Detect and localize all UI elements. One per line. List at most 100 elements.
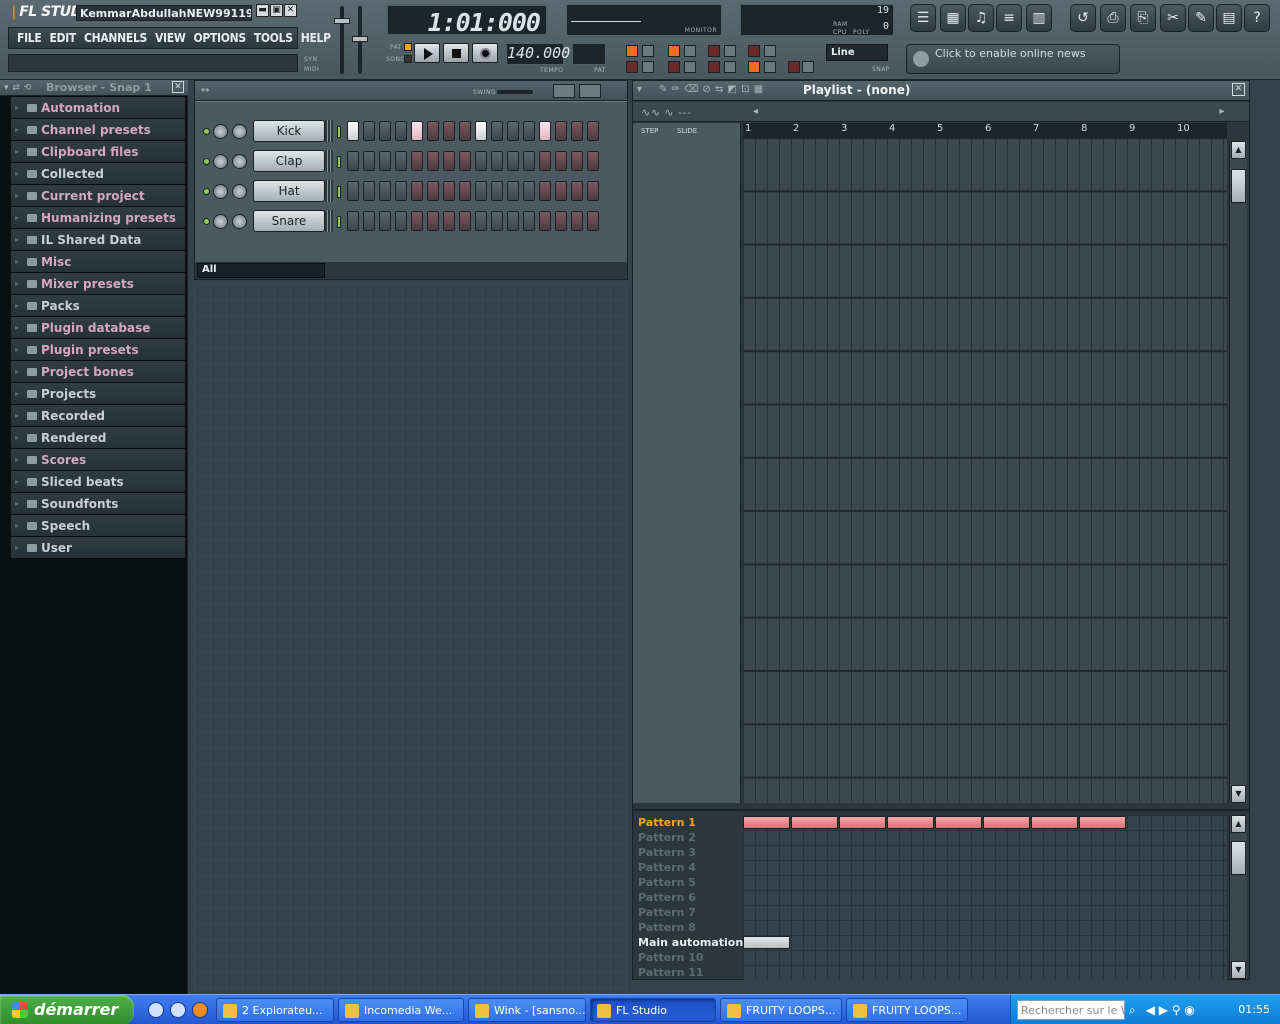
step-button[interactable] <box>459 151 471 171</box>
piano-roll-icon[interactable]: ♫ <box>968 4 994 32</box>
step-button[interactable] <box>395 151 407 171</box>
browser-icon[interactable] <box>170 1001 186 1018</box>
start-button[interactable]: démarrer <box>0 994 134 1024</box>
channel-mute-led[interactable] <box>203 218 210 225</box>
auto-scroll-icon[interactable] <box>724 61 736 73</box>
channel-volume-knob[interactable] <box>232 154 247 169</box>
channel-volume-knob[interactable] <box>232 184 247 199</box>
step-button[interactable] <box>539 211 551 231</box>
channel-volume-knob[interactable] <box>232 214 247 229</box>
pattern-name[interactable]: Pattern 11 <box>633 965 737 980</box>
pattern-scrollbar-thumb[interactable] <box>1231 841 1246 875</box>
channel-volume-knob[interactable] <box>232 124 247 139</box>
channel-pan-knob[interactable] <box>213 214 228 229</box>
menu-help[interactable]: HELP <box>293 28 331 48</box>
multilink-toggle[interactable] <box>748 61 760 73</box>
step-button[interactable] <box>555 181 567 201</box>
browser-window-icon[interactable]: ≡ <box>996 4 1022 32</box>
step-button[interactable] <box>475 211 487 231</box>
expand-arrow-icon[interactable]: ▸ <box>11 279 23 288</box>
step-button[interactable] <box>491 181 503 201</box>
taskbar-task-button[interactable]: FRUITY LOOPS... <box>720 997 842 1022</box>
pattern-name[interactable]: Main automation <box>633 935 743 950</box>
tempo-display[interactable]: 140.000 <box>506 43 570 65</box>
step-button[interactable] <box>539 121 551 141</box>
menu-file[interactable]: FILE <box>9 28 42 48</box>
pattern-name[interactable]: Pattern 1 <box>633 815 737 830</box>
browser-item[interactable]: ▸ Soundfonts <box>11 493 185 515</box>
pattern-name[interactable]: Pattern 4 <box>633 860 737 875</box>
menu-channels[interactable]: CHANNELS <box>76 28 147 48</box>
expand-arrow-icon[interactable]: ▸ <box>11 169 23 178</box>
expand-arrow-icon[interactable]: ▸ <box>11 477 23 486</box>
browser-item[interactable]: ▸ Speech <box>11 515 185 537</box>
playlist-window-icon[interactable]: ☰ <box>910 4 936 32</box>
master-volume-slider[interactable] <box>352 6 368 74</box>
menu-edit[interactable]: EDIT <box>41 28 76 48</box>
taskbar-task-button[interactable]: Incomedia We... <box>338 997 464 1022</box>
step-button[interactable] <box>443 211 455 231</box>
step-button[interactable] <box>523 151 535 171</box>
browser-item[interactable]: ▸ Automation <box>11 97 185 119</box>
step-button[interactable] <box>587 211 599 231</box>
step-button[interactable] <box>411 181 423 201</box>
step-button[interactable] <box>347 181 359 201</box>
pattern-name[interactable]: Pattern 8 <box>633 920 737 935</box>
step-button[interactable] <box>523 211 535 231</box>
channel-mute-led[interactable] <box>203 188 210 195</box>
taskbar-task-button[interactable]: FRUITY LOOPS... <box>846 997 968 1022</box>
browser-item[interactable]: ▸ Rendered <box>11 427 185 449</box>
firefox-icon[interactable] <box>192 1001 208 1018</box>
step-button[interactable] <box>507 151 519 171</box>
channel-pan-knob[interactable] <box>213 124 228 139</box>
scroll-up-button[interactable]: ▲ <box>1231 141 1246 159</box>
song-mode-toggle[interactable] <box>404 55 412 63</box>
tray-icons[interactable]: ◀ ▶ ⚲ ◉ <box>1146 1003 1195 1017</box>
menu-view[interactable]: VIEW <box>147 28 186 48</box>
step-button[interactable] <box>363 151 375 171</box>
help-icon[interactable]: ? <box>1244 4 1270 32</box>
channel-mute-led[interactable] <box>203 158 210 165</box>
browser-item[interactable]: ▸ Misc <box>11 251 185 273</box>
step-button[interactable] <box>507 211 519 231</box>
expand-arrow-icon[interactable]: ▸ <box>11 147 23 156</box>
expand-arrow-icon[interactable]: ▸ <box>11 345 23 354</box>
step-button[interactable] <box>363 211 375 231</box>
link-icon[interactable] <box>764 61 776 73</box>
step-button[interactable] <box>427 151 439 171</box>
step-button[interactable] <box>379 211 391 231</box>
browser-item[interactable]: ▸ Channel presets <box>11 119 185 141</box>
step-record-toggle[interactable] <box>788 61 800 73</box>
browser-item[interactable]: ▸ IL Shared Data <box>11 229 185 251</box>
save-icon[interactable]: ⎙ <box>1100 4 1126 32</box>
pattern-clip[interactable] <box>935 816 982 829</box>
expand-arrow-icon[interactable]: ▸ <box>11 389 23 398</box>
expand-arrow-icon[interactable]: ▸ <box>11 257 23 266</box>
channel-filter-select[interactable]: All <box>197 263 325 278</box>
channel-select-led[interactable] <box>337 186 341 198</box>
scroll-right-icon[interactable]: ▸ <box>1219 106 1225 117</box>
project-info-icon[interactable]: ▤ <box>1216 4 1242 32</box>
expand-arrow-icon[interactable]: ▸ <box>11 521 23 530</box>
browser-item[interactable]: ▸ Current project <box>11 185 185 207</box>
pattern-name[interactable]: Pattern 3 <box>633 845 737 860</box>
step-button[interactable] <box>555 151 567 171</box>
scroll-toggle[interactable] <box>708 61 720 73</box>
step-button[interactable] <box>507 121 519 141</box>
expand-arrow-icon[interactable]: ▸ <box>11 411 23 420</box>
channel-name-button[interactable]: Hat <box>253 180 325 202</box>
volume-slider-knob[interactable] <box>352 36 368 42</box>
pattern-vertical-scrollbar[interactable]: ▲ ▼ <box>1229 815 1247 979</box>
pat-mode-toggle[interactable] <box>404 43 412 51</box>
snap-select[interactable]: Line <box>826 44 888 61</box>
expand-arrow-icon[interactable]: ▸ <box>11 367 23 376</box>
taskbar-task-button[interactable]: 2 Explorateu... <box>216 997 334 1022</box>
taskbar-task-button[interactable]: FL Studio <box>590 997 716 1022</box>
tool-icon[interactable] <box>802 61 814 73</box>
step-button[interactable] <box>443 151 455 171</box>
graph-editor-icon[interactable] <box>553 84 575 98</box>
playlist-timeline-ruler[interactable]: 1 2 3 4 5 6 7 8 9 10 <box>743 123 1227 137</box>
channel-mute-led[interactable] <box>203 128 210 135</box>
step-button[interactable] <box>459 181 471 201</box>
pattern-clip[interactable] <box>743 816 790 829</box>
